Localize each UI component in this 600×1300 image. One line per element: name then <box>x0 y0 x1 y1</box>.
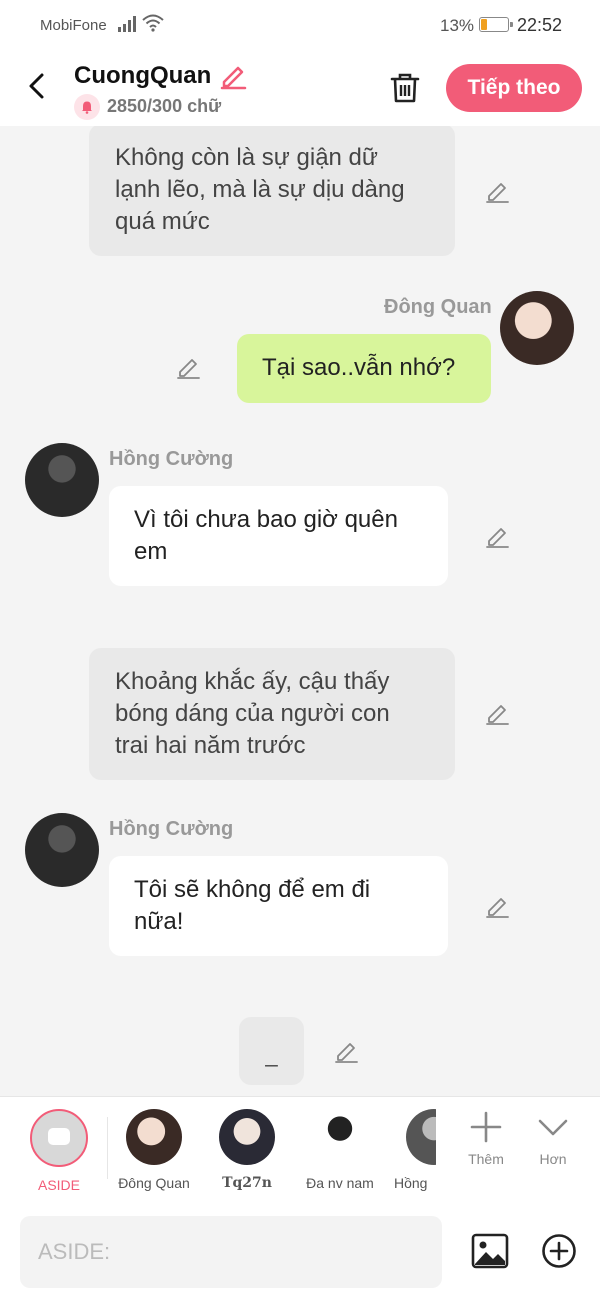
pencil-icon[interactable] <box>484 523 510 549</box>
character-tq27n[interactable]: Tq27n <box>207 1109 287 1191</box>
divider <box>107 1117 108 1179</box>
message-bubble[interactable]: Vì tôi chưa bao giờ quên em <box>109 486 448 586</box>
status-bar: MobiFone 13% 22:52 <box>0 0 600 50</box>
character-name: Đa nv nam <box>306 1175 374 1191</box>
back-arrow-icon[interactable] <box>22 68 52 104</box>
character-da-nv-nam[interactable]: Đa nv nam <box>300 1109 380 1191</box>
avatar <box>312 1109 368 1165</box>
battery-percent: 13% <box>440 16 475 35</box>
pencil-icon[interactable] <box>484 178 510 204</box>
message-input[interactable] <box>20 1216 442 1288</box>
signal-icon <box>118 16 136 32</box>
narration-icon <box>30 1109 88 1167</box>
avatar <box>219 1109 275 1165</box>
pending-narration[interactable]: _ <box>239 1017 304 1085</box>
sender-name: Đông Quan <box>384 296 492 318</box>
sender-name: Hồng Cường <box>109 448 234 470</box>
plus-icon <box>470 1111 502 1143</box>
message-bubble[interactable]: Tôi sẽ không để em đi nữa! <box>109 856 448 956</box>
clock: 22:52 <box>517 15 563 35</box>
expand-label: Hơn <box>539 1151 567 1167</box>
character-name: Đông Quan <box>118 1175 190 1191</box>
next-button[interactable]: Tiếp theo <box>446 64 582 112</box>
character-hong[interactable]: Hồng <box>384 1109 436 1191</box>
character-name: Tq27n <box>222 1175 272 1191</box>
chat-area: Không còn là sự giận dữ lạnh lẽo, mà là … <box>0 126 600 1096</box>
sender-name: Hồng Cường <box>109 818 234 840</box>
avatar[interactable] <box>25 443 99 517</box>
trash-icon[interactable] <box>388 70 422 106</box>
chevron-down-icon <box>538 1119 568 1136</box>
message-bubble[interactable]: Tại sao..vẫn nhớ? <box>237 334 491 403</box>
bell-icon <box>74 94 100 120</box>
input-row <box>0 1204 600 1300</box>
add-label: Thêm <box>468 1151 504 1167</box>
pencil-icon[interactable] <box>484 700 510 726</box>
character-aside[interactable]: ASIDE <box>19 1109 99 1193</box>
character-bar: ASIDE Đông Quan Tq27n Đa nv nam Hồng Thê… <box>0 1096 600 1204</box>
pencil-icon[interactable] <box>484 893 510 919</box>
battery-icon <box>479 17 513 32</box>
expand-button[interactable]: Hơn <box>523 1109 583 1167</box>
character-name: Hồng <box>394 1175 428 1191</box>
character-name: ASIDE <box>37 1177 80 1193</box>
wifi-icon <box>142 14 164 32</box>
avatar[interactable] <box>500 291 574 365</box>
add-character-button[interactable]: Thêm <box>456 1109 516 1167</box>
story-title: CuongQuan <box>74 62 212 89</box>
avatar <box>406 1109 436 1165</box>
narration-bubble[interactable]: Khoảng khắc ấy, cậu thấy bóng dáng của n… <box>89 648 455 780</box>
character-dong-quan[interactable]: Đông Quan <box>114 1109 194 1191</box>
header: CuongQuan 2850/300 chữ Tiếp theo <box>0 50 600 126</box>
image-icon[interactable] <box>471 1232 509 1270</box>
carrier-name: MobiFone <box>40 17 107 34</box>
narration-bubble[interactable]: Không còn là sự giận dữ lạnh lẽo, mà là … <box>89 126 455 256</box>
avatar[interactable] <box>25 813 99 887</box>
pencil-icon[interactable] <box>218 60 248 90</box>
pencil-icon[interactable] <box>175 354 201 380</box>
add-circle-icon[interactable] <box>541 1233 577 1269</box>
avatar <box>126 1109 182 1165</box>
pencil-icon[interactable] <box>333 1038 359 1064</box>
word-count: 2850/300 chữ <box>107 96 222 116</box>
